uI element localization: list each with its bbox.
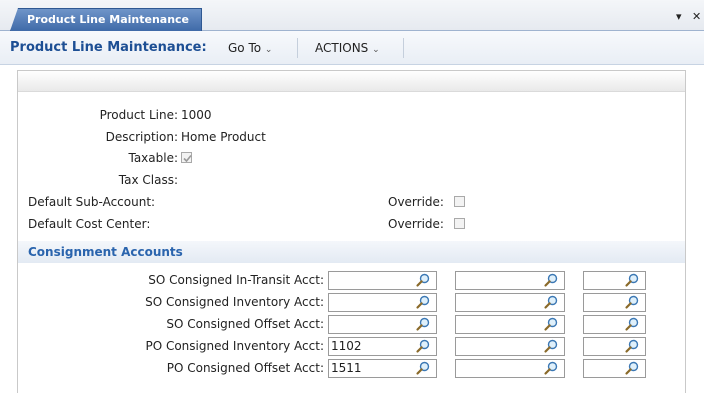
lookup-icon[interactable]	[415, 294, 431, 310]
tab-label: Product Line Maintenance	[27, 13, 190, 26]
goto-menu[interactable]: Go To ⌄	[228, 41, 272, 55]
lookup-icon[interactable]	[415, 360, 431, 376]
lookup-icon[interactable]	[624, 294, 640, 310]
account-row-label: SO Consigned In-Transit Acct:	[148, 273, 324, 287]
account-row-label: SO Consigned Offset Acct:	[166, 317, 324, 331]
close-icon[interactable]: ✕	[692, 10, 701, 23]
account-row-label: PO Consigned Inventory Acct:	[145, 339, 324, 353]
lookup-icon[interactable]	[543, 360, 559, 376]
override-label: Override:	[388, 217, 444, 231]
description-value: Home Product	[181, 130, 266, 144]
lookup-icon[interactable]	[543, 294, 559, 310]
taxable-checkbox[interactable]	[181, 152, 192, 163]
product-line-label: Product Line:	[99, 108, 178, 122]
toolbar-divider	[403, 38, 404, 58]
lookup-icon[interactable]	[543, 272, 559, 288]
toolbar: Product Line Maintenance: Go To ⌄ ACTION…	[0, 31, 704, 65]
lookup-icon[interactable]	[543, 338, 559, 354]
lookup-icon[interactable]	[415, 338, 431, 354]
account-row-label: PO Consigned Offset Acct:	[166, 361, 324, 375]
lookup-icon[interactable]	[415, 316, 431, 332]
checkmark-icon	[183, 154, 192, 163]
tab-product-line-maintenance[interactable]: Product Line Maintenance	[10, 8, 203, 31]
override-label: Override:	[388, 195, 444, 209]
lookup-icon[interactable]	[624, 316, 640, 332]
tab-strip: Product Line Maintenance ▾ ✕	[0, 0, 704, 31]
actions-label: ACTIONS	[315, 41, 369, 55]
description-label: Description:	[105, 130, 178, 144]
toolbar-divider	[297, 38, 298, 58]
override-sub-account-checkbox[interactable]	[454, 196, 465, 207]
section-title: Consignment Accounts	[28, 245, 183, 259]
lookup-icon[interactable]	[624, 338, 640, 354]
taxable-label: Taxable:	[128, 151, 178, 165]
lookup-icon[interactable]	[624, 272, 640, 288]
override-cost-center-checkbox[interactable]	[454, 218, 465, 229]
product-line-value: 1000	[181, 108, 212, 122]
account-row-label: SO Consigned Inventory Acct:	[145, 295, 324, 309]
actions-menu[interactable]: ACTIONS ⌄	[315, 41, 380, 55]
panel-header	[18, 71, 685, 92]
default-cost-center-label: Default Cost Center:	[28, 217, 151, 231]
triangle-down-icon[interactable]: ▾	[676, 10, 682, 23]
lookup-icon[interactable]	[543, 316, 559, 332]
default-sub-account-label: Default Sub-Account:	[28, 195, 156, 209]
tax-class-label: Tax Class:	[118, 173, 178, 187]
chevron-down-icon: ⌄	[372, 45, 380, 55]
form-panel: Product Line: 1000 Description: Home Pro…	[17, 70, 686, 393]
page-title: Product Line Maintenance:	[10, 40, 207, 55]
chevron-down-icon: ⌄	[264, 45, 273, 55]
lookup-icon[interactable]	[624, 360, 640, 376]
lookup-icon[interactable]	[415, 272, 431, 288]
goto-label: Go To	[228, 41, 262, 55]
consignment-accounts-section: Consignment Accounts	[18, 241, 685, 263]
